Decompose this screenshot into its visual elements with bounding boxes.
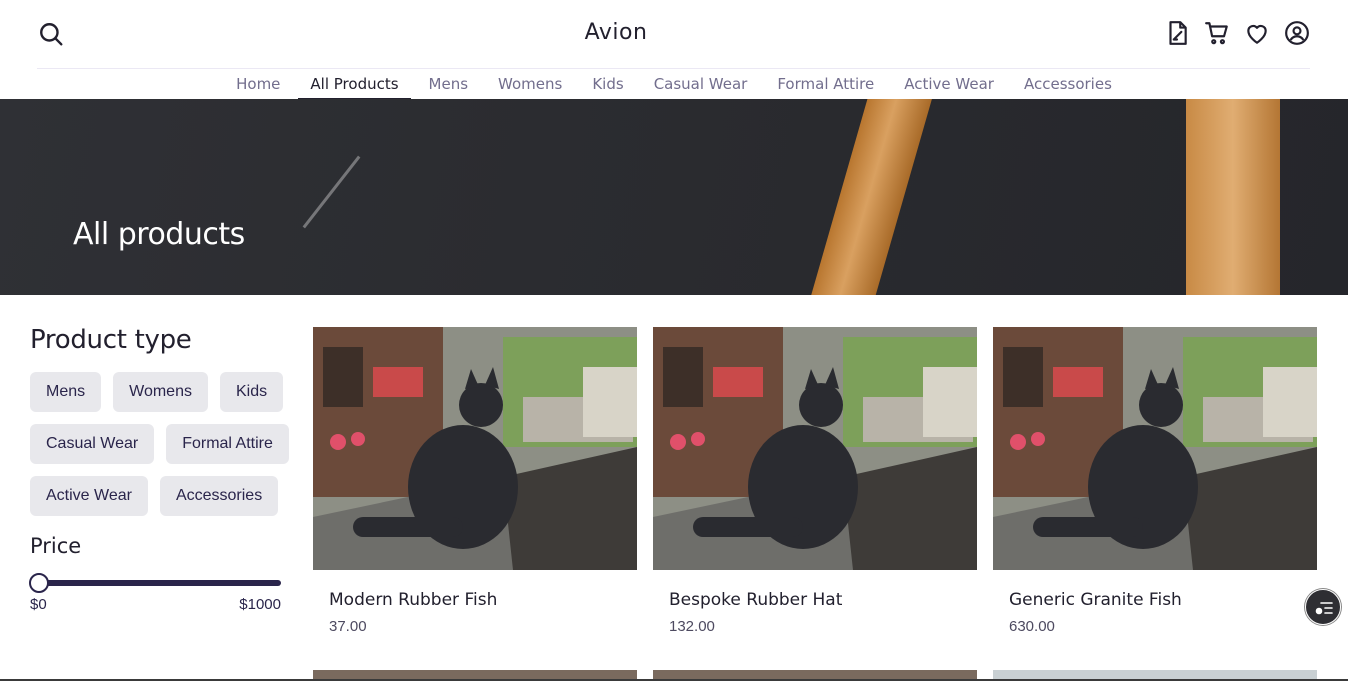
cat-statue-image	[313, 327, 637, 570]
hero-decoration	[808, 99, 934, 295]
product-card[interactable]: Bespoke Rubber Hat 132.00	[653, 327, 977, 635]
filter-sidebar: Product type Mens Womens Kids Casual Wea…	[29, 325, 290, 614]
price-slider[interactable]	[29, 573, 281, 593]
product-card[interactable]: Generic Granite Fish 630.00	[993, 327, 1317, 635]
header-divider	[37, 68, 1310, 69]
product-card-partial[interactable]	[313, 670, 637, 679]
product-price: 630.00	[1009, 618, 1055, 635]
hero-title: All products	[73, 217, 245, 252]
document-icon[interactable]	[1164, 20, 1190, 46]
filter-chip-formal-attire[interactable]: Formal Attire	[166, 424, 289, 464]
product-card-partial[interactable]	[993, 670, 1317, 679]
product-image[interactable]	[653, 327, 977, 570]
product-price: 132.00	[669, 618, 715, 635]
user-icon[interactable]	[1284, 20, 1310, 46]
cart-icon[interactable]	[1204, 20, 1230, 46]
filter-chip-active-wear[interactable]: Active Wear	[30, 476, 148, 516]
filter-chip-casual-wear[interactable]: Casual Wear	[30, 424, 155, 464]
list-settings-icon	[1315, 602, 1333, 615]
cat-statue-image	[653, 327, 977, 570]
product-type-chips: Mens Womens Kids Casual Wear Formal Atti…	[30, 372, 290, 516]
brand-logo[interactable]: Avion	[0, 20, 1232, 45]
nav-casual-wear[interactable]: Casual Wear	[642, 71, 760, 100]
price-range-labels: $0 $1000	[30, 596, 281, 614]
heart-icon[interactable]	[1244, 20, 1270, 46]
filter-chip-accessories[interactable]: Accessories	[159, 476, 279, 516]
filter-chip-womens[interactable]: Womens	[113, 372, 208, 412]
price-slider-thumb[interactable]	[29, 573, 49, 593]
product-card[interactable]: Modern Rubber Fish 37.00	[313, 327, 637, 635]
price-heading: Price	[30, 534, 82, 558]
product-name[interactable]: Modern Rubber Fish	[329, 590, 637, 610]
nav-womens[interactable]: Womens	[486, 71, 574, 100]
hero-decoration	[302, 155, 361, 229]
product-image[interactable]	[313, 327, 637, 570]
header-actions	[1164, 20, 1310, 46]
hero-decoration	[1186, 99, 1280, 295]
nav-accessories[interactable]: Accessories	[1012, 71, 1124, 100]
category-nav: Home All Products Mens Womens Kids Casua…	[0, 71, 1348, 100]
product-name[interactable]: Bespoke Rubber Hat	[669, 590, 977, 610]
nav-all-products[interactable]: All Products	[298, 71, 411, 100]
price-min-label: $0	[30, 596, 47, 613]
product-image[interactable]	[993, 327, 1317, 570]
filter-chip-mens[interactable]: Mens	[30, 372, 102, 412]
cat-statue-image	[993, 327, 1317, 570]
nav-home[interactable]: Home	[224, 71, 292, 100]
site-header: Avion Home All Products Mens Womens Kids…	[0, 0, 1348, 100]
nav-active-wear[interactable]: Active Wear	[892, 71, 1006, 100]
product-type-heading: Product type	[30, 325, 192, 355]
nav-mens[interactable]: Mens	[417, 71, 481, 100]
hero-banner: All products	[0, 99, 1348, 295]
filter-chip-kids[interactable]: Kids	[219, 372, 284, 412]
nav-kids[interactable]: Kids	[580, 71, 635, 100]
floating-menu-button[interactable]	[1305, 589, 1341, 625]
price-max-label: $1000	[239, 596, 281, 613]
product-name[interactable]: Generic Granite Fish	[1009, 590, 1317, 610]
product-card-partial[interactable]	[653, 670, 977, 679]
product-price: 37.00	[329, 618, 367, 635]
nav-formal-attire[interactable]: Formal Attire	[765, 71, 886, 100]
